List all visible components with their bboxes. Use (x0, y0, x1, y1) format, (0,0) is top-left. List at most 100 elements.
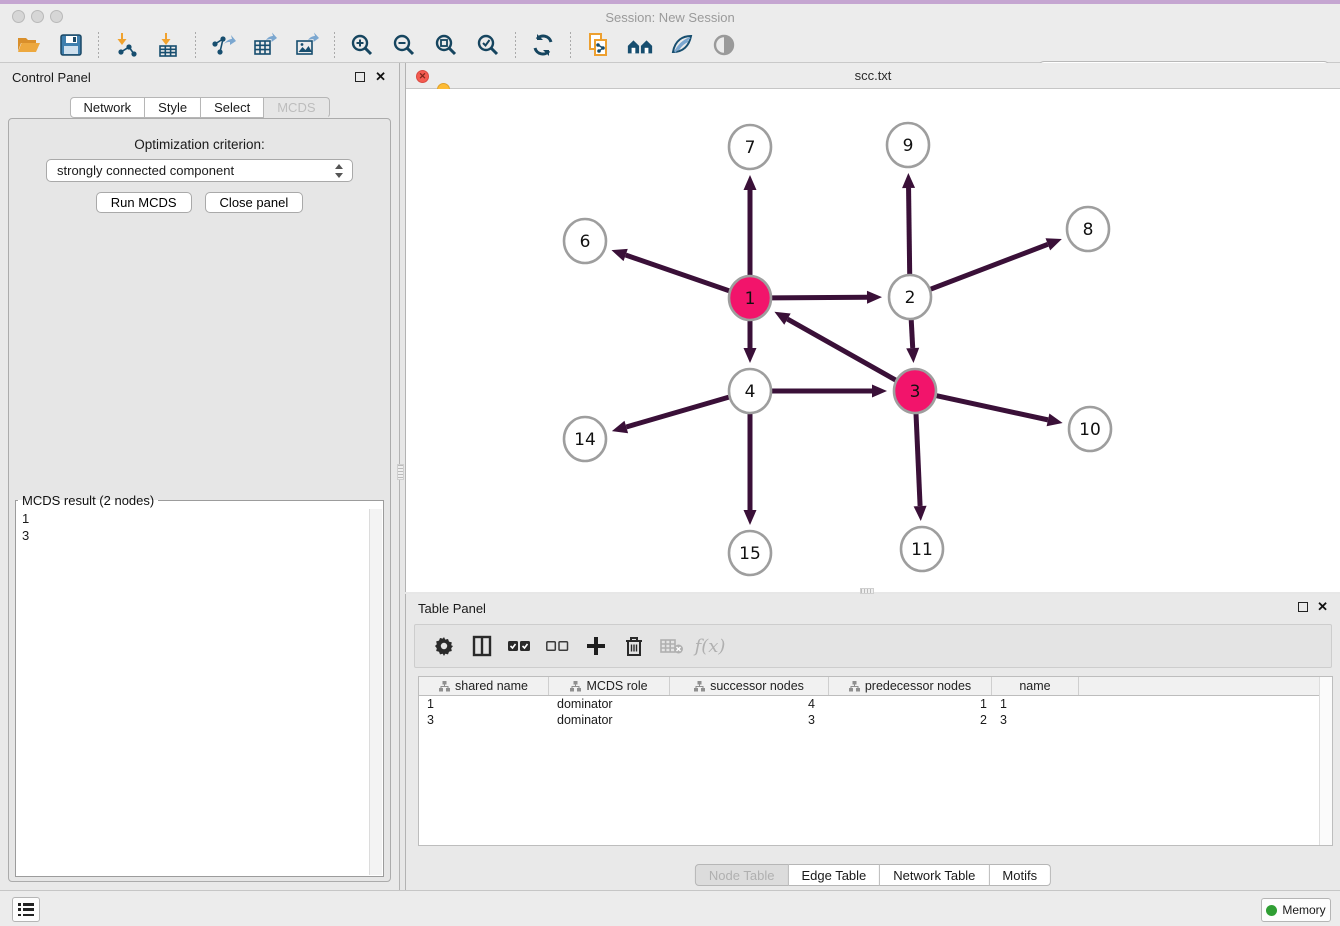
node-label: 10 (1079, 420, 1101, 440)
node-label: 11 (911, 540, 933, 560)
memory-button[interactable]: Memory (1261, 898, 1331, 922)
optimization-criterion-select[interactable]: strongly connected component (46, 159, 353, 182)
graphics-details-icon[interactable] (668, 31, 696, 59)
column-header-shared-name[interactable]: shared name (419, 677, 549, 695)
node-label: 14 (574, 430, 596, 450)
zoom-selected-icon[interactable] (474, 31, 502, 59)
column-header-name[interactable]: name (992, 677, 1079, 695)
edge-3-10[interactable] (936, 396, 1047, 420)
graph-node-15[interactable]: 15 (729, 531, 771, 575)
table-cell[interactable]: 1 (829, 696, 992, 712)
mcds-result-text: 1 3 (16, 508, 383, 546)
close-panel-button[interactable]: Close panel (205, 192, 304, 213)
mcds-result-box: MCDS result (2 nodes) 1 3 (15, 493, 384, 877)
table-scrollbar[interactable] (1319, 677, 1332, 845)
node-label: 9 (903, 136, 914, 156)
first-neighbors-icon[interactable] (626, 31, 654, 59)
mcds-tab-content: Optimization criterion: strongly connect… (8, 118, 391, 882)
table-cell[interactable]: dominator (549, 712, 670, 728)
network-graph[interactable]: 7 9 6 8 1 2 4 3 14 10 15 11 (406, 89, 1340, 592)
graph-node-8[interactable]: 8 (1067, 207, 1109, 251)
graph-node-14[interactable]: 14 (564, 417, 606, 461)
table-cell[interactable]: 3 (419, 712, 549, 728)
network-title: scc.txt (406, 63, 1340, 89)
table-row[interactable]: 3dominator323 (419, 712, 1332, 728)
table-cell[interactable]: 1 (419, 696, 549, 712)
close-panel-icon[interactable]: ✕ (375, 69, 386, 85)
unselect-all-columns-icon[interactable] (543, 631, 573, 661)
table-header-row: shared nameMCDS rolesuccessor nodesprede… (419, 677, 1332, 696)
edge-2-9[interactable] (909, 188, 910, 275)
edge-3-1[interactable] (787, 319, 895, 380)
toolbar-separator (98, 32, 99, 58)
column-header-MCDS-role[interactable]: MCDS role (549, 677, 670, 695)
import-table-icon[interactable] (154, 31, 182, 59)
tab-style[interactable]: Style (145, 97, 201, 118)
memory-label: Memory (1282, 903, 1325, 917)
show-columns-icon[interactable] (467, 631, 497, 661)
close-table-panel-icon[interactable]: ✕ (1317, 599, 1328, 615)
graph-node-6[interactable]: 6 (564, 219, 606, 263)
tab-motifs[interactable]: Motifs (989, 864, 1051, 886)
graph-node-10[interactable]: 10 (1069, 407, 1111, 451)
tab-edge-table[interactable]: Edge Table (788, 864, 880, 886)
task-list-icon (18, 903, 34, 916)
tab-node-table[interactable]: Node Table (695, 864, 789, 886)
table-cell[interactable]: 1 (992, 696, 1079, 712)
graph-node-1[interactable]: 1 (729, 276, 771, 320)
task-history-button[interactable] (12, 897, 40, 922)
table-cell[interactable]: 4 (670, 696, 829, 712)
network-canvas[interactable]: 7 9 6 8 1 2 4 3 14 10 15 11 (406, 89, 1340, 592)
edge-2-3[interactable] (911, 319, 913, 348)
graph-node-11[interactable]: 11 (901, 527, 943, 571)
table-panel: Table Panel ✕ (405, 594, 1340, 890)
graph-node-7[interactable]: 7 (729, 125, 771, 169)
edge-arrowhead (744, 175, 757, 190)
table-row[interactable]: 1dominator411 (419, 696, 1332, 712)
float-table-panel-icon[interactable] (1298, 602, 1308, 612)
result-scrollbar[interactable] (369, 509, 382, 875)
float-panel-icon[interactable] (355, 72, 365, 82)
export-table-icon[interactable] (251, 31, 279, 59)
zoom-in-icon[interactable] (348, 31, 376, 59)
tab-mcds[interactable]: MCDS (264, 97, 329, 118)
column-header-successor-nodes[interactable]: successor nodes (670, 677, 829, 695)
edge-arrowhead (867, 291, 882, 304)
table-cell[interactable]: 2 (829, 712, 992, 728)
graph-node-2[interactable]: 2 (889, 275, 931, 319)
edge-arrowhead (902, 173, 915, 188)
clone-network-icon[interactable] (584, 31, 612, 59)
table-settings-icon[interactable] (429, 631, 459, 661)
delete-columns-icon[interactable] (619, 631, 649, 661)
table-cell[interactable]: dominator (549, 696, 670, 712)
edge-arrowhead (914, 506, 927, 521)
edge-1-2[interactable] (772, 297, 867, 298)
edge-4-14[interactable] (626, 397, 729, 427)
export-image-icon[interactable] (293, 31, 321, 59)
add-column-icon[interactable] (581, 631, 611, 661)
table-cell[interactable]: 3 (670, 712, 829, 728)
zoom-out-icon[interactable] (390, 31, 418, 59)
column-header-predecessor-nodes[interactable]: predecessor nodes (829, 677, 992, 695)
tab-network-table[interactable]: Network Table (880, 864, 989, 886)
save-session-icon[interactable] (57, 31, 85, 59)
node-label: 2 (905, 288, 916, 308)
edge-3-11[interactable] (916, 413, 920, 506)
column-header-filler (1079, 677, 1332, 695)
graph-node-4[interactable]: 4 (729, 369, 771, 413)
edge-1-6[interactable] (626, 255, 730, 291)
update-view-icon[interactable] (529, 31, 557, 59)
export-network-icon[interactable] (209, 31, 237, 59)
open-file-icon[interactable] (15, 31, 43, 59)
vertical-splitter-grip[interactable] (397, 464, 404, 480)
import-network-icon[interactable] (112, 31, 140, 59)
run-mcds-button[interactable]: Run MCDS (96, 192, 192, 213)
graph-node-9[interactable]: 9 (887, 123, 929, 167)
graph-node-3[interactable]: 3 (894, 369, 936, 413)
zoom-fit-icon[interactable] (432, 31, 460, 59)
select-all-columns-icon[interactable] (505, 631, 535, 661)
edge-2-8[interactable] (931, 244, 1048, 289)
table-cell[interactable]: 3 (992, 712, 1079, 728)
tab-network[interactable]: Network (69, 97, 145, 118)
tab-select[interactable]: Select (201, 97, 264, 118)
